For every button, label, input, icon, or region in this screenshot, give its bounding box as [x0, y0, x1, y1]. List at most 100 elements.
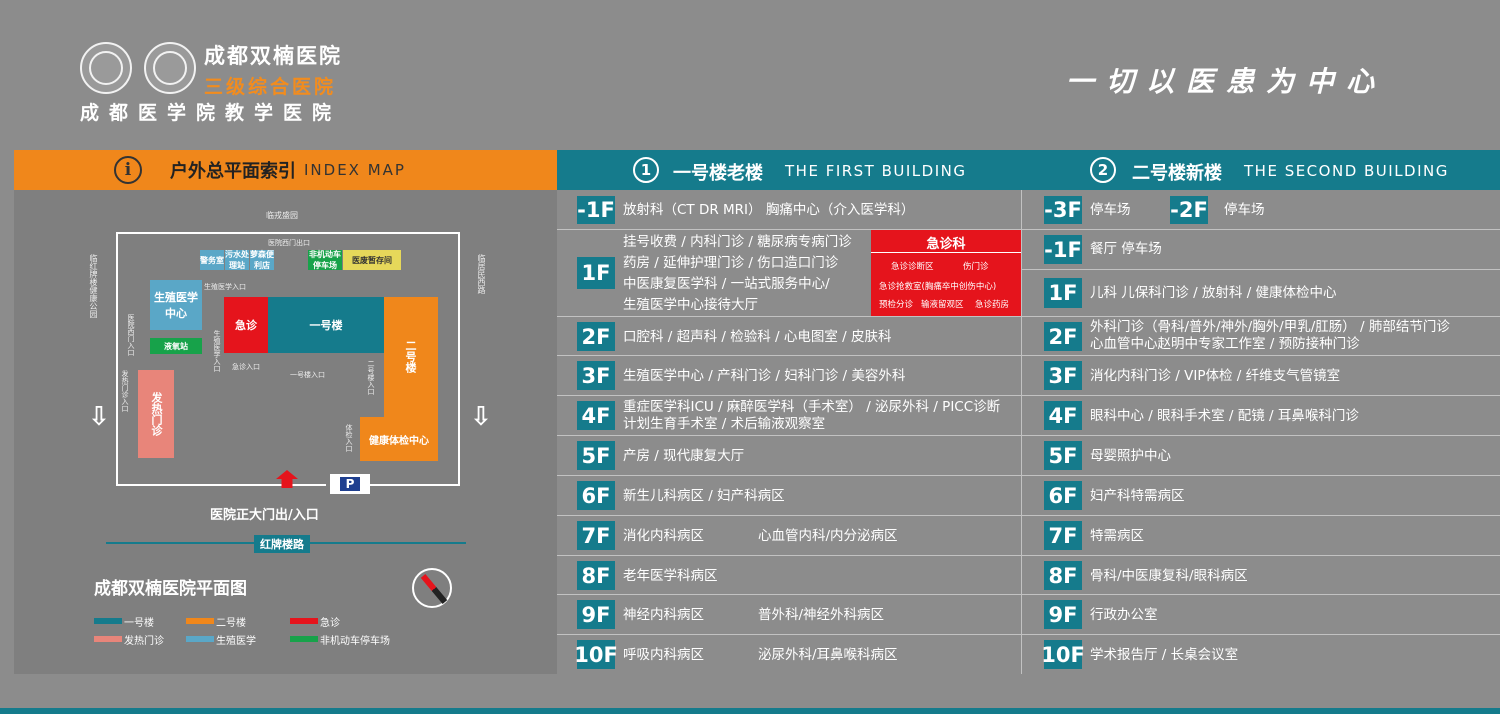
- left-down-arrow-icon: ⇩: [88, 402, 110, 432]
- b1-row-4: 4F 重症医学科ICU / 麻醉医学科（手术室） / 泌尿外科 / PICC诊断…: [557, 396, 1021, 436]
- building-2-number: 2: [1090, 157, 1116, 183]
- emergency-item: 急诊药房: [975, 300, 1010, 310]
- emergency-item: 急诊抢救室(胸痛卒中创伤中心): [879, 282, 997, 292]
- oxygen-station: 液氧站: [150, 338, 202, 354]
- floor-badge: 3F: [577, 361, 615, 390]
- emergency-item: 预检分诊: [879, 300, 914, 310]
- floor-departments-line2: 心血管中心赵明中专家工作室 / 预防接种门诊: [1090, 336, 1360, 352]
- floor-departments-2: 泌尿外科/耳鼻喉科病区: [758, 647, 898, 663]
- floor-departments: 骨科/中医康复科/眼科病区: [1090, 568, 1248, 584]
- floor-departments: 口腔科 / 超声科 / 检验科 / 心电图室 / 皮肤科: [623, 329, 892, 345]
- floor-badge: 10F: [574, 640, 618, 669]
- legend-swatch-bldg1: [94, 618, 122, 624]
- floor-badge: 4F: [1044, 401, 1082, 430]
- floor-badge: 7F: [1044, 521, 1082, 550]
- index-map-title-en: INDEX MAP: [304, 161, 406, 179]
- floor-badge: 5F: [577, 441, 615, 470]
- teaching-hospital: 成都医学院教学医院: [80, 102, 342, 124]
- b2-row-4: 4F 眼科中心 / 眼科手术室 / 配镜 / 耳鼻喉科门诊: [1022, 396, 1500, 436]
- floor-departments: 儿科 儿保科门诊 / 放射科 / 健康体检中心: [1090, 285, 1337, 301]
- security-room: 警务室: [200, 250, 224, 270]
- legend-label-bldg1: 一号楼: [124, 618, 154, 629]
- index-map-title: 户外总平面索引: [170, 161, 296, 182]
- building-1-title: 一号楼老楼: [673, 163, 763, 184]
- fever-entry-label: 发热门诊入口: [121, 370, 129, 412]
- floor-departments: 眼科中心 / 眼科手术室 / 配镜 / 耳鼻喉科门诊: [1090, 408, 1359, 424]
- physical-exam-center: 健康体检中心: [360, 417, 438, 461]
- hospital-logo-right: [144, 42, 196, 94]
- floor-departments-line4: 生殖医学中心接待大厅: [623, 297, 758, 313]
- legend-label-fever: 发热门诊: [124, 636, 164, 647]
- reproductive-entry2-label: 生殖医学入口: [213, 330, 221, 372]
- floor-departments: 学术报告厅 / 长桌会议室: [1090, 647, 1239, 663]
- b1-row-10: 10F 呼吸内科病区 泌尿外科/耳鼻喉科病区: [557, 635, 1021, 674]
- reproductive-entry-label: 生殖医学入口: [204, 283, 246, 291]
- b2-row-m3: -3F 停车场 -2F 停车场: [1022, 190, 1500, 230]
- emergency-entry-label: 急诊入口: [232, 363, 260, 371]
- floor-departments-line1: 外科门诊（骨科/普外/神外/胸外/甲乳/肛肠） / 肺部结节门诊: [1090, 319, 1450, 335]
- b1-row-9: 9F 神经内科病区 普外科/神经外科病区: [557, 595, 1021, 635]
- info-icon: i: [114, 156, 142, 184]
- parking-icon: P: [330, 474, 370, 494]
- floor-departments: 生殖医学中心 / 产科门诊 / 妇科门诊 / 美容外科: [623, 368, 906, 384]
- b2-row-10: 10F 学术报告厅 / 长桌会议室: [1022, 635, 1500, 674]
- floor-badge: 4F: [577, 401, 615, 430]
- b1-row-3: 3F 生殖医学中心 / 产科门诊 / 妇科门诊 / 美容外科: [557, 356, 1021, 396]
- floor-departments-2: 普外科/神经外科病区: [758, 607, 885, 623]
- floor-departments: 行政办公室: [1090, 607, 1158, 623]
- b2-row-2: 2F 外科门诊（骨科/普外/神外/胸外/甲乳/肛肠） / 肺部结节门诊 心血管中…: [1022, 317, 1500, 356]
- west-entry-label: 医院西门入口: [127, 314, 135, 356]
- building-2-title-en: THE SECOND BUILDING: [1244, 162, 1449, 180]
- b1-row-5: 5F 产房 / 现代康复大厅: [557, 436, 1021, 476]
- buildings-header: 1 一号楼老楼 THE FIRST BUILDING 2 二号楼新楼 THE S…: [557, 150, 1500, 190]
- b2-row-m1: -1F 餐厅 停车场: [1022, 230, 1500, 270]
- floor-departments: 新生儿科病区 / 妇产科病区: [623, 488, 785, 504]
- legend-swatch-bike: [290, 636, 318, 642]
- emergency-item: 伤门诊: [963, 262, 989, 272]
- map-wall-top: [116, 232, 460, 234]
- floor-departments: 母婴照护中心: [1090, 448, 1171, 464]
- floor-badge: 3F: [1044, 361, 1082, 390]
- map-wall-bottom-left: [116, 484, 326, 486]
- floor-departments-line1: 挂号收费 / 内科门诊 / 糖尿病专病门诊: [623, 234, 852, 250]
- emergency-panel: 急诊科 急诊诊断区 伤门诊 急诊抢救室(胸痛卒中创伤中心) 预检分诊 输液留观区…: [871, 230, 1021, 316]
- floor-badge: 8F: [1044, 561, 1082, 590]
- emergency-building: 急诊: [224, 297, 268, 353]
- floor-badge: -1F: [577, 196, 615, 224]
- floor-badge: 2F: [1044, 322, 1082, 351]
- floor-badge: 6F: [577, 481, 615, 510]
- sewage-station: 污水处理站: [225, 250, 249, 270]
- b2-row-5: 5F 母婴照护中心: [1022, 436, 1500, 476]
- slogan: 一切以医患为中心: [1066, 65, 1387, 98]
- building-2-entry-label: 二号楼入口: [367, 360, 375, 395]
- emergency-title: 急诊科: [926, 237, 966, 252]
- map-wall-bottom-right: [370, 484, 460, 486]
- plan-title: 成都双楠医院平面图: [94, 579, 247, 599]
- floor-departments: 餐厅 停车场: [1090, 241, 1162, 257]
- floor-departments: 停车场: [1224, 202, 1265, 218]
- floor-badge: 9F: [577, 600, 615, 629]
- b2-row-3: 3F 消化内科门诊 / VIP体检 / 纤维支气管镜室: [1022, 356, 1500, 396]
- legend-swatch-reproductive: [186, 636, 214, 642]
- legend-swatch-emergency: [290, 618, 318, 624]
- map-wall-left: [116, 232, 118, 484]
- floor-badge: 8F: [577, 561, 615, 590]
- b1-row-1: 1F 挂号收费 / 内科门诊 / 糖尿病专病门诊 药房 / 延伸护理门诊 / 伤…: [557, 230, 1021, 317]
- building-1-title-en: THE FIRST BUILDING: [785, 162, 967, 180]
- legend-label-emergency: 急诊: [320, 618, 340, 629]
- map-wall-right: [458, 232, 460, 484]
- floor-departments: 消化内科病区: [623, 528, 704, 544]
- b1-row-2: 2F 口腔科 / 超声科 / 检验科 / 心电图室 / 皮肤科: [557, 317, 1021, 356]
- floor-departments: 老年医学科病区: [623, 568, 718, 584]
- legend-swatch-bldg2: [186, 618, 214, 624]
- legend-label-bike: 非机动车停车场: [320, 636, 390, 647]
- site-map: 临戎盛园 医院西门出口 临红牌楼健康公园 临居民西路 警务室 污水处理站 萝森便…: [14, 190, 557, 674]
- floor-departments: 产房 / 现代康复大厅: [623, 448, 745, 464]
- floor-departments: 特需病区: [1090, 528, 1144, 544]
- left-road-label: 临红牌楼健康公园: [89, 254, 98, 318]
- b1-row-m1: -1F 放射科（CT DR MRI） 胸痛中心（介入医学科）: [557, 190, 1021, 230]
- building-1-entry-label: 一号楼入口: [290, 371, 325, 379]
- hospital-logo-left: [80, 42, 132, 94]
- right-down-arrow-icon: ⇩: [470, 402, 492, 432]
- floor-badge: 5F: [1044, 441, 1082, 470]
